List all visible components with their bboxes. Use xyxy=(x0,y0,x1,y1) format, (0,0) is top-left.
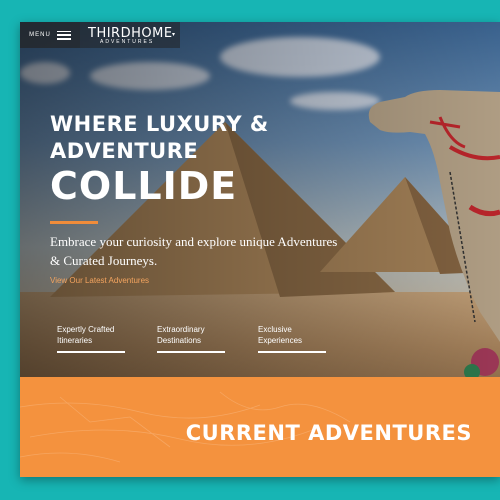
feature-underline xyxy=(57,351,125,353)
headline-line-3: COLLIDE xyxy=(50,164,238,208)
feature-line1: Exclusive xyxy=(258,325,292,334)
feature-line2: Experiences xyxy=(258,336,303,345)
menu-button[interactable]: MENU xyxy=(20,22,80,48)
section-title: CURRENT ADVENTURES xyxy=(185,421,472,445)
feature-line1: Expertly Crafted xyxy=(57,325,115,334)
feature-line2: Itineraries xyxy=(57,336,93,345)
view-adventures-link[interactable]: View Our Latest Adventures xyxy=(50,276,149,285)
feature-line1: Extraordinary xyxy=(157,325,205,334)
feature-underline xyxy=(157,351,225,353)
feature-itineraries[interactable]: Expertly Crafted Itineraries xyxy=(57,324,137,346)
headline-line-2: ADVENTURE xyxy=(50,139,199,163)
menu-label: MENU xyxy=(29,32,51,38)
headline-line-1: WHERE LUXURY & xyxy=(50,112,269,136)
browser-screen: MENU THIRDHOME ADVENTURES ▾ WHERE LUXURY… xyxy=(20,22,500,477)
accent-divider xyxy=(50,221,98,224)
feature-line2: Destinations xyxy=(157,336,202,345)
hero-tagline: Embrace your curiosity and explore uniqu… xyxy=(50,234,338,268)
chevron-down-icon: ▾ xyxy=(172,32,176,38)
feature-experiences[interactable]: Exclusive Experiences xyxy=(258,324,338,346)
logo-sub: ADVENTURES xyxy=(100,39,155,45)
feature-underline xyxy=(258,351,326,353)
feature-destinations[interactable]: Extraordinary Destinations xyxy=(157,324,237,346)
logo[interactable]: THIRDHOME ADVENTURES ▾ xyxy=(80,22,180,48)
hamburger-icon xyxy=(56,30,71,40)
